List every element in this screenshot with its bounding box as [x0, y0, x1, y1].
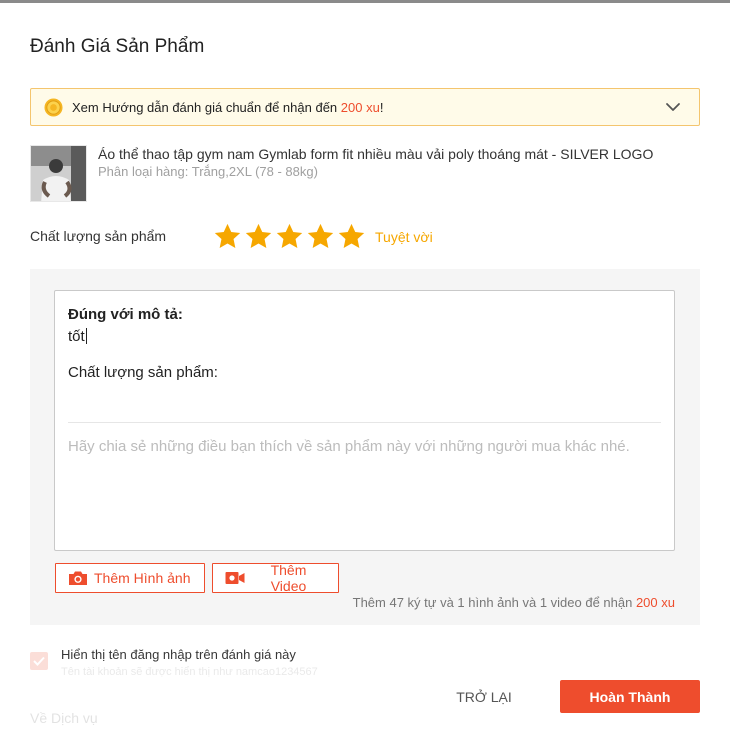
- product-photo-icon: [31, 146, 86, 201]
- show-username-label: Hiển thị tên đăng nhập trên đánh giá này: [61, 647, 296, 662]
- product-thumbnail: [30, 145, 87, 202]
- star-icon[interactable]: [337, 222, 366, 251]
- banner-reward-amount: 200 xu: [340, 100, 380, 115]
- chevron-down-icon[interactable]: [665, 99, 681, 115]
- reward-hint: Thêm 47 ký tự và 1 hình ảnh và 1 video đ…: [353, 595, 675, 610]
- banner-text-main: Xem Hướng dẫn đánh giá chuẩn để nhận đến: [72, 100, 341, 115]
- description-text: tốt: [68, 328, 85, 345]
- review-placeholder[interactable]: Hãy chia sẻ những điều bạn thích về sản …: [68, 436, 658, 457]
- star-icon[interactable]: [244, 222, 273, 251]
- editor-divider: [68, 422, 661, 423]
- review-textarea[interactable]: Đúng với mô tả: tốt Chất lượng sản phẩm:…: [54, 290, 675, 551]
- banner-text-end: !: [379, 100, 384, 115]
- reward-guide-banner[interactable]: Xem Hướng dẫn đánh giá chuẩn để nhận đến…: [30, 88, 700, 126]
- description-field-label: Đúng với mô tả:: [68, 306, 183, 323]
- product-name: Áo thể thao tập gym nam Gymlab form fit …: [98, 146, 654, 162]
- camera-icon: [69, 571, 87, 585]
- add-video-button[interactable]: Thêm Video: [212, 562, 339, 594]
- dialog-title: Đánh Giá Sản Phẩm: [30, 36, 205, 57]
- add-photo-label: Thêm Hình ảnh: [94, 570, 191, 586]
- product-variation: Phân loại hàng: Trắng,2XL (78 - 88kg): [98, 164, 318, 179]
- star-rating[interactable]: [213, 222, 366, 251]
- star-icon[interactable]: [275, 222, 304, 251]
- show-username-checkbox[interactable]: [30, 652, 48, 670]
- show-username-hint: Tên tài khoản sẽ được hiển thị như namca…: [61, 666, 318, 678]
- dialog-top-border: [0, 0, 730, 3]
- star-icon[interactable]: [306, 222, 335, 251]
- video-camera-icon: [225, 572, 245, 584]
- coin-icon: [44, 98, 63, 117]
- back-button[interactable]: TRỞ LẠI: [432, 680, 536, 713]
- rating-text: Tuyệt vời: [375, 229, 433, 245]
- text-cursor: [85, 328, 87, 344]
- checkmark-icon: [33, 656, 45, 666]
- reward-hint-amount: 200 xu: [635, 595, 675, 610]
- banner-text: Xem Hướng dẫn đánh giá chuẩn để nhận đến…: [72, 100, 383, 115]
- submit-button[interactable]: Hoàn Thành: [560, 680, 700, 713]
- service-section-title: Về Dịch vụ: [30, 710, 98, 726]
- review-panel: Đúng với mô tả: tốt Chất lượng sản phẩm:…: [30, 269, 700, 625]
- description-field-value[interactable]: tốt: [68, 328, 87, 345]
- quality-rating-label: Chất lượng sản phẩm: [30, 228, 167, 244]
- reward-hint-text: Thêm 47 ký tự và 1 hình ảnh và 1 video đ…: [352, 595, 636, 610]
- add-photo-button[interactable]: Thêm Hình ảnh: [55, 563, 205, 593]
- quality-field-label: Chất lượng sản phẩm:: [68, 364, 218, 381]
- add-video-label: Thêm Video: [270, 562, 307, 594]
- star-icon[interactable]: [213, 222, 242, 251]
